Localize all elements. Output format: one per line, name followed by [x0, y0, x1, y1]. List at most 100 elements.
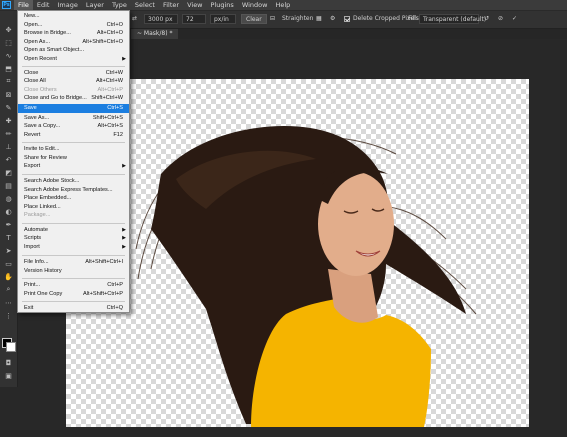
history-brush-icon[interactable]: ↶	[3, 155, 14, 164]
submenu-arrow-icon: ▶	[122, 163, 126, 170]
menu-view[interactable]: View	[183, 0, 206, 10]
menu-item-save-as[interactable]: Save As... Shift+Ctrl+S	[18, 114, 129, 123]
menu-item-scripts[interactable]: Scripts ▶	[18, 234, 129, 243]
menu-separator	[22, 278, 125, 279]
photoshop-logo: Ps	[2, 1, 11, 9]
path-select-tool-icon[interactable]: ➤	[3, 246, 14, 255]
reset-icon[interactable]: ↺	[484, 14, 489, 24]
menu-item-automate[interactable]: Automate ▶	[18, 226, 129, 235]
menu-select[interactable]: Select	[131, 0, 159, 10]
healing-tool-icon[interactable]: ✚	[3, 116, 14, 125]
move-tool-icon[interactable]: ✥	[3, 25, 14, 34]
screen-mode-icon[interactable]: ▣	[3, 371, 14, 380]
fill-label: Fill:	[408, 15, 419, 22]
menu-item-file-info[interactable]: File Info... Alt+Shift+Ctrl+I	[18, 258, 129, 267]
straighten-icon[interactable]: ⊟	[270, 14, 275, 24]
checkbox-icon	[344, 15, 350, 22]
menu-item-close-go-bridge[interactable]: Close and Go to Bridge... Shift+Ctrl+W	[18, 94, 129, 103]
object-select-tool-icon[interactable]: ⬒	[3, 64, 14, 73]
zoom-tool-icon[interactable]: ⌕	[3, 285, 14, 294]
menu-file[interactable]: File	[14, 0, 33, 10]
eraser-tool-icon[interactable]: ◩	[3, 168, 14, 177]
menu-item-open-as[interactable]: Open As... Alt+Shift+Ctrl+O	[18, 38, 129, 47]
menu-item-place-embedded[interactable]: Place Embedded...	[18, 194, 129, 203]
menu-image[interactable]: Image	[53, 0, 81, 10]
fill-select[interactable]: Transparent (default)	[419, 14, 486, 24]
menu-item-close-all[interactable]: Close All Alt+Ctrl+W	[18, 77, 129, 86]
file-menu-dropdown: New... Open... Ctrl+O Browse in Bridge...…	[17, 10, 130, 313]
dodge-tool-icon[interactable]: ◐	[3, 207, 14, 216]
menu-separator	[22, 66, 125, 67]
menu-layer[interactable]: Layer	[82, 0, 108, 10]
pen-tool-icon[interactable]: ✒	[3, 220, 14, 229]
menu-separator	[22, 255, 125, 256]
menu-item-browse-bridge[interactable]: Browse in Bridge... Alt+Ctrl+O	[18, 29, 129, 38]
type-tool-icon[interactable]: T	[3, 233, 14, 242]
menu-item-open-recent[interactable]: Open Recent ▶	[18, 55, 129, 64]
cutout-photo	[135, 126, 477, 427]
menu-item-print[interactable]: Print... Ctrl+P	[18, 281, 129, 290]
document-canvas[interactable]	[66, 79, 529, 427]
edit-toolbar-icon[interactable]: ⋮	[3, 311, 14, 320]
gradient-tool-icon[interactable]: ▤	[3, 181, 14, 190]
rectangle-tool-icon[interactable]: ▭	[3, 259, 14, 268]
lasso-tool-icon[interactable]: ∿	[3, 51, 14, 60]
menu-item-export[interactable]: Export ▶	[18, 162, 129, 171]
menu-item-package: Package...	[24, 212, 51, 219]
width-input[interactable]: 3000 px	[144, 14, 178, 24]
menu-separator	[22, 174, 125, 175]
menu-item-share-review[interactable]: Share for Review	[18, 154, 129, 163]
swap-dimensions-icon[interactable]: ⇄	[132, 14, 137, 24]
menu-item-print-one-copy[interactable]: Print One Copy Alt+Shift+Ctrl+P	[18, 290, 129, 299]
menu-item-exit[interactable]: Exit Ctrl+Q	[18, 304, 129, 313]
menu-separator	[22, 142, 125, 143]
crop-tool-icon[interactable]: ⌗	[3, 77, 14, 86]
menu-edit[interactable]: Edit	[33, 0, 54, 10]
menu-filter[interactable]: Filter	[159, 0, 183, 10]
document-tab[interactable]: ~ Mask/8) *	[131, 29, 179, 39]
menu-window[interactable]: Window	[238, 0, 272, 10]
grid-overlay-icon[interactable]: ▦	[316, 14, 322, 24]
settings-gear-icon[interactable]: ⚙	[330, 14, 335, 24]
eyedropper-tool-icon[interactable]: ✎	[3, 103, 14, 112]
brush-tool-icon[interactable]: ✏	[3, 129, 14, 138]
menu-item-new[interactable]: New...	[18, 12, 129, 21]
submenu-arrow-icon: ▶	[122, 226, 126, 233]
hand-tool-icon[interactable]: ✋	[3, 272, 14, 281]
menu-item-search-express[interactable]: Search Adobe Express Templates...	[18, 186, 129, 195]
stamp-tool-icon[interactable]: ⊥	[3, 142, 14, 151]
menu-separator	[22, 223, 125, 224]
straighten-label[interactable]: Straighten	[282, 14, 313, 24]
clear-button[interactable]: Clear	[241, 14, 267, 24]
more-tools-icon[interactable]: ⋯	[3, 298, 14, 307]
quick-mask-icon[interactable]: ◘	[3, 358, 14, 367]
frame-tool-icon[interactable]: ⊠	[3, 90, 14, 99]
menu-item-invite-edit[interactable]: Invite to Edit...	[18, 145, 129, 154]
submenu-arrow-icon: ▶	[122, 235, 126, 242]
menu-item-revert[interactable]: Revert F12	[18, 131, 129, 140]
menu-item-import[interactable]: Import ▶	[18, 243, 129, 252]
menu-item-close-others: Close Others Alt+Ctrl+P	[24, 86, 123, 93]
blur-tool-icon[interactable]: ◍	[3, 194, 14, 203]
tools-panel: ✥ ⬚ ∿ ⬒ ⌗ ⊠ ✎ ✚ ✏ ⊥ ↶ ◩ ▤ ◍ ◐ ✒ T ➤ ▭ ✋ …	[0, 11, 18, 387]
resolution-input[interactable]: 72	[182, 14, 206, 24]
menu-item-version-history[interactable]: Version History	[18, 267, 129, 276]
background-color-swatch[interactable]	[6, 342, 16, 352]
commit-check-icon[interactable]: ✓	[512, 14, 517, 24]
menu-plugins[interactable]: Plugins	[207, 0, 238, 10]
menu-item-open-smart-object[interactable]: Open as Smart Object...	[18, 46, 129, 55]
marquee-tool-icon[interactable]: ⬚	[3, 38, 14, 47]
menu-item-save[interactable]: Save Ctrl+S	[18, 104, 129, 113]
submenu-arrow-icon: ▶	[122, 56, 126, 62]
menu-item-save-copy[interactable]: Save a Copy... Alt+Ctrl+S	[18, 122, 129, 131]
menu-separator	[22, 301, 125, 302]
submenu-arrow-icon: ▶	[122, 243, 126, 250]
menu-type[interactable]: Type	[108, 0, 131, 10]
menu-help[interactable]: Help	[271, 0, 294, 10]
cancel-icon[interactable]: ⊘	[498, 14, 503, 24]
menu-item-open[interactable]: Open... Ctrl+O	[18, 21, 129, 30]
menu-item-place-linked[interactable]: Place Linked...	[18, 203, 129, 212]
menu-item-close[interactable]: Close Ctrl+W	[18, 69, 129, 78]
menu-item-search-stock[interactable]: Search Adobe Stock...	[18, 177, 129, 186]
units-select[interactable]: px/in	[210, 14, 236, 24]
